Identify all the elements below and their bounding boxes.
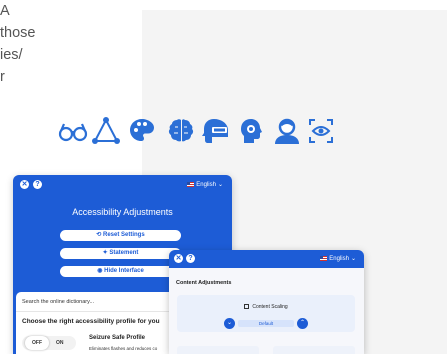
scaling-icon <box>244 304 250 309</box>
panel-header: ✕ ? English ⌄ <box>169 250 364 268</box>
dictionary-search-input[interactable]: Search the online dictionary... <box>22 297 172 308</box>
glasses-icon <box>58 116 88 146</box>
setting-card[interactable] <box>177 346 259 354</box>
toggle-on-label: ON <box>56 340 64 346</box>
headset-visor-icon <box>200 116 230 146</box>
hide-interface-button[interactable]: ◉ Hide Interface <box>60 266 181 277</box>
language-selector[interactable]: English ⌄ <box>187 181 223 188</box>
increase-scaling-button[interactable]: ⌃ <box>297 318 308 329</box>
statement-label: Statement <box>109 250 139 256</box>
us-flag-icon <box>187 182 195 187</box>
triangle-network-icon <box>91 116 121 146</box>
intro-line-3: ies/ <box>0 47 23 63</box>
us-flag-icon <box>320 256 328 261</box>
megaphone-icon: ✦ <box>102 250 108 256</box>
content-adjustments-panel: ✕ ? English ⌄ Content Adjustments Conten… <box>169 250 364 354</box>
statement-button[interactable]: ✦ Statement <box>60 248 181 259</box>
decrease-scaling-button[interactable]: ⌄ <box>224 318 235 329</box>
intro-line-4: r <box>0 69 5 85</box>
gear-head-icon <box>236 116 266 146</box>
help-button[interactable]: ? <box>186 254 195 263</box>
intro-line-1: A <box>0 3 10 19</box>
reset-settings-button[interactable]: ⟲ Reset Settings <box>60 230 181 241</box>
scaling-value: Default <box>238 320 294 327</box>
language-label: English <box>329 255 349 262</box>
close-button[interactable]: ✕ <box>174 254 183 263</box>
profile-title: Seizure Safe Profile <box>89 335 146 341</box>
intro-text: A those ies/ r <box>0 0 35 88</box>
panel-title: Accessibility Adjustments <box>72 207 173 217</box>
profile-description: Eliminates flashes and reduces co <box>89 346 158 351</box>
person-icon <box>272 116 302 146</box>
choose-profile-heading: Choose the right accessibility profile f… <box>22 318 160 325</box>
scaling-text: Content Scaling <box>252 304 288 310</box>
intro-line-2: those <box>0 25 36 41</box>
hide-label: Hide Interface <box>104 268 144 274</box>
chevron-down-icon: ⌄ <box>217 182 223 188</box>
close-button[interactable]: ✕ <box>20 180 29 189</box>
toggle-off-label: OFF <box>25 336 49 350</box>
seizure-safe-toggle[interactable]: OFF ON <box>22 336 76 350</box>
palette-icon <box>127 116 157 146</box>
content-scaling-card: Content Scaling ⌄ Default ⌃ <box>177 295 355 332</box>
eye-focus-icon <box>306 116 336 146</box>
language-label: English <box>196 181 216 188</box>
reset-label: Reset Settings <box>103 232 145 238</box>
brain-icon <box>166 116 196 146</box>
content-scaling-label: Content Scaling <box>177 304 355 310</box>
language-selector[interactable]: English ⌄ <box>320 255 356 262</box>
setting-card[interactable] <box>273 346 355 354</box>
eye-icon: ◉ <box>97 268 103 274</box>
section-title: Content Adjustments <box>176 280 232 286</box>
help-button[interactable]: ? <box>33 180 42 189</box>
chevron-down-icon: ⌄ <box>350 256 356 262</box>
reset-icon: ⟲ <box>96 232 102 238</box>
